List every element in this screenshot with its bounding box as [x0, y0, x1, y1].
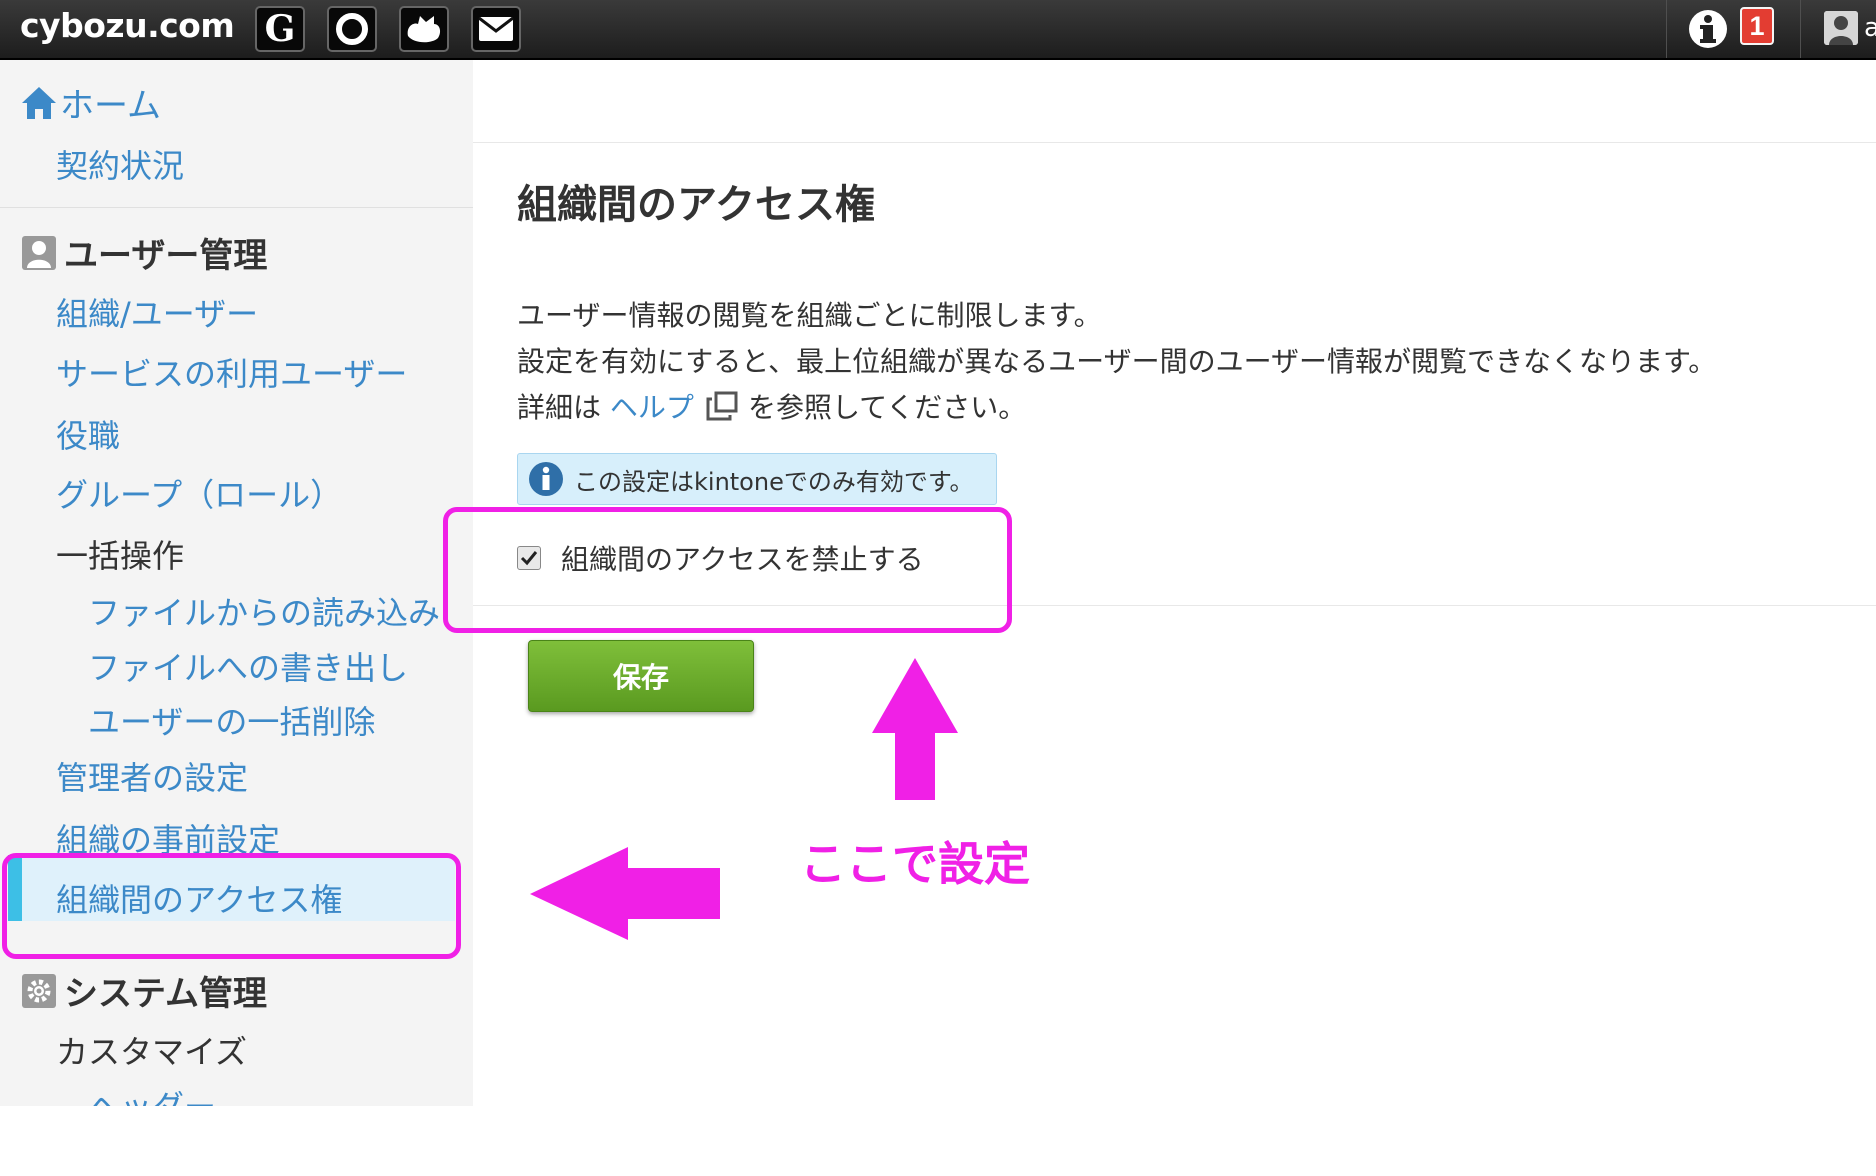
annotation-arrows [530, 658, 958, 940]
annotation-up-arrow [872, 658, 958, 800]
annotation-label: ここで設定 [800, 837, 1030, 891]
annotation-left-arrow [530, 847, 720, 940]
